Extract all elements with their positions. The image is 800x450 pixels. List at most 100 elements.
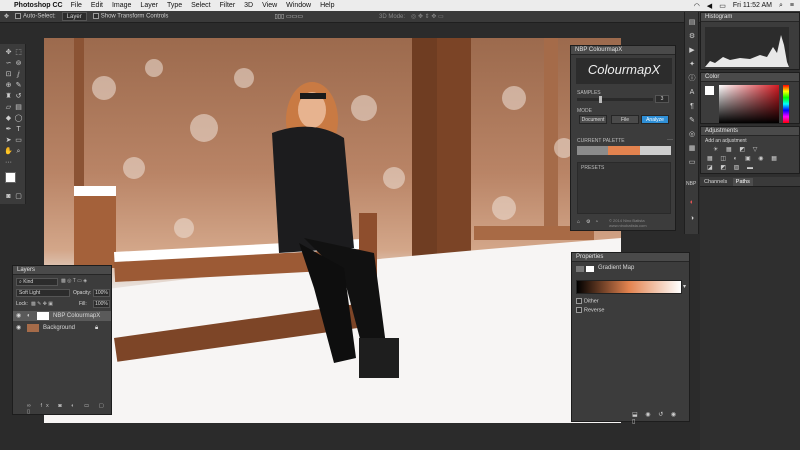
samples-slider-track[interactable] (577, 98, 653, 101)
reverse-checkbox[interactable] (576, 307, 582, 313)
visibility-eye-icon[interactable]: ◉ (16, 323, 21, 333)
layers-footer-icons[interactable]: ∞ fx ◙ ◐ ▭ ▢ ▯ (27, 403, 111, 415)
palette-menu-icon[interactable]: ··· (667, 137, 673, 143)
more-tools-icon[interactable]: ··· (4, 158, 13, 167)
move-icon[interactable]: ✥ (4, 48, 13, 57)
samples-value[interactable]: 3 (655, 95, 669, 103)
samples-slider-handle[interactable] (599, 96, 602, 103)
menu-view[interactable]: View (262, 2, 277, 9)
history-icon[interactable]: ▤ (687, 18, 697, 28)
clone-stamp-icon[interactable]: ♜ (4, 92, 13, 101)
eyedropper-icon[interactable]: ⅉ (14, 70, 23, 79)
show-transform-checkbox[interactable] (92, 13, 99, 20)
styles-icon[interactable]: ✦ (687, 60, 697, 70)
screen-mode-icon[interactable]: ▢ (14, 192, 23, 201)
menu-image[interactable]: Image (112, 2, 131, 9)
gradient-icon[interactable]: ▤ (14, 103, 23, 112)
gradient-dropdown-icon[interactable]: ▾ (683, 283, 686, 290)
menu-edit[interactable]: Edit (91, 2, 103, 9)
layer-mask-thumbnail[interactable] (37, 312, 49, 320)
presets-box[interactable]: PRESETS (577, 162, 671, 214)
swatches-icon[interactable]: ▦ (687, 144, 697, 154)
settings-icon[interactable]: ⚙ (586, 219, 590, 225)
properties-footer-icons[interactable]: ⬓ ◉ ↺ ◉ ▯ (632, 411, 689, 425)
visibility-eye-icon[interactable]: ◉ (16, 311, 21, 321)
auto-select-checkbox[interactable] (15, 13, 22, 20)
lock-icon[interactable]: 🔒︎ (95, 323, 98, 333)
menu-help[interactable]: Help (320, 2, 334, 9)
pen-icon[interactable]: ✒ (4, 125, 13, 134)
layers-title[interactable]: Layers (13, 266, 111, 275)
analyze-button[interactable]: Analyze (641, 115, 669, 124)
battery-icon[interactable]: ▭ (719, 2, 726, 10)
fill-input[interactable]: 100% (93, 300, 110, 308)
mask-icon[interactable] (586, 266, 594, 272)
path-select-icon[interactable]: ➤ (4, 136, 13, 145)
app-name-menu[interactable]: Photoshop CC (14, 2, 63, 9)
nbp-panel-title[interactable]: NBP ColourmapX (571, 46, 675, 55)
menu-window[interactable]: Window (286, 2, 311, 9)
move-tool-icon[interactable]: ✥ (4, 13, 9, 20)
menu-select[interactable]: Select (191, 2, 210, 9)
blur-icon[interactable]: ◆ (4, 114, 13, 123)
quick-mask-icon[interactable]: ◙ (4, 192, 13, 201)
volume-icon[interactable]: ◀ (707, 2, 712, 10)
clock[interactable]: Fri 11:52 AM (733, 2, 772, 9)
hand-icon[interactable]: ✋ (4, 147, 13, 156)
menu-file[interactable]: File (71, 2, 82, 9)
kind-filter-dropdown[interactable]: ⌕ Kind (16, 278, 58, 286)
blend-mode-dropdown[interactable]: Soft Light (16, 289, 70, 297)
layer-row-background[interactable]: ◉ Background 🔒︎ (13, 323, 111, 333)
color-fg-swatch[interactable] (705, 86, 714, 95)
adjustments-title[interactable]: Adjustments (701, 127, 799, 136)
nbp-strip-label[interactable]: NBP (686, 180, 696, 190)
marquee-icon[interactable]: ⬚ (14, 48, 23, 57)
shape-icon[interactable]: ▭ (14, 136, 23, 145)
hue-slider[interactable] (783, 85, 789, 123)
notifications-icon[interactable]: ≡ (790, 2, 794, 9)
menu-layer[interactable]: Layer (140, 2, 158, 9)
tab-paths[interactable]: Paths (732, 178, 753, 186)
layer-name[interactable]: Background (43, 323, 75, 333)
crop-icon[interactable]: ⊡ (4, 70, 13, 79)
properties-icon[interactable]: ⚙ (687, 32, 697, 42)
properties-title[interactable]: Properties (572, 253, 689, 262)
clone-source-icon[interactable]: ◎ (687, 130, 697, 140)
info-icon[interactable]: ◔ (595, 219, 598, 225)
auto-select-dropdown[interactable]: Layer (61, 12, 87, 21)
menu-filter[interactable]: Filter (220, 2, 236, 9)
wifi-icon[interactable]: ◠ (694, 2, 700, 10)
type-icon[interactable]: T (14, 125, 23, 134)
foreground-color-swatch[interactable] (5, 172, 16, 183)
layer-comps-icon[interactable]: ▭ (687, 158, 697, 168)
eraser-icon[interactable]: ▱ (4, 103, 13, 112)
filter-icons[interactable]: ▩ ◎ T ▭ ◈ (61, 278, 87, 284)
current-palette-swatches[interactable] (577, 146, 671, 155)
document-canvas[interactable] (44, 38, 621, 423)
colourmap-icon[interactable]: ◐ (687, 198, 697, 208)
play-icon[interactable]: ▶ (687, 46, 697, 56)
tab-channels[interactable]: Channels (704, 179, 727, 185)
healing-icon[interactable]: ⊕ (4, 81, 13, 90)
zoom-icon[interactable]: ⌕ (14, 147, 23, 156)
brush-icon[interactable]: ✎ (14, 81, 23, 90)
brush-panel-icon[interactable]: ✎ (687, 116, 697, 126)
menu-type[interactable]: Type (167, 2, 182, 9)
home-icon[interactable]: ⌂ (577, 219, 580, 225)
lock-icons[interactable]: ▩ ✎ ✥ ▣ (31, 301, 53, 307)
adjustment-icons-row3[interactable]: ◪ ◩ ▨ ▬ (707, 164, 756, 171)
opacity-input[interactable]: 100% (93, 289, 110, 297)
info-icon[interactable]: ⓘ (687, 74, 697, 84)
align-icons[interactable]: ▯▯▯ ▭▭▭ (274, 13, 303, 20)
document-button[interactable]: Document (579, 115, 607, 124)
search-icon[interactable]: ⌕ (779, 2, 783, 10)
lasso-icon[interactable]: ∽ (4, 59, 13, 68)
adjustment-icons-row1[interactable]: ☀ ▦ ◩ ▽ (713, 146, 760, 153)
histogram-title[interactable]: Histogram (701, 13, 799, 22)
paragraph-icon[interactable]: ¶ (687, 102, 697, 112)
dodge-icon[interactable]: ◯ (14, 114, 23, 123)
character-icon[interactable]: A (687, 88, 697, 98)
history-brush-icon[interactable]: ↺ (14, 92, 23, 101)
gradient-editor-bar[interactable] (576, 280, 682, 294)
color-field[interactable] (719, 85, 779, 123)
